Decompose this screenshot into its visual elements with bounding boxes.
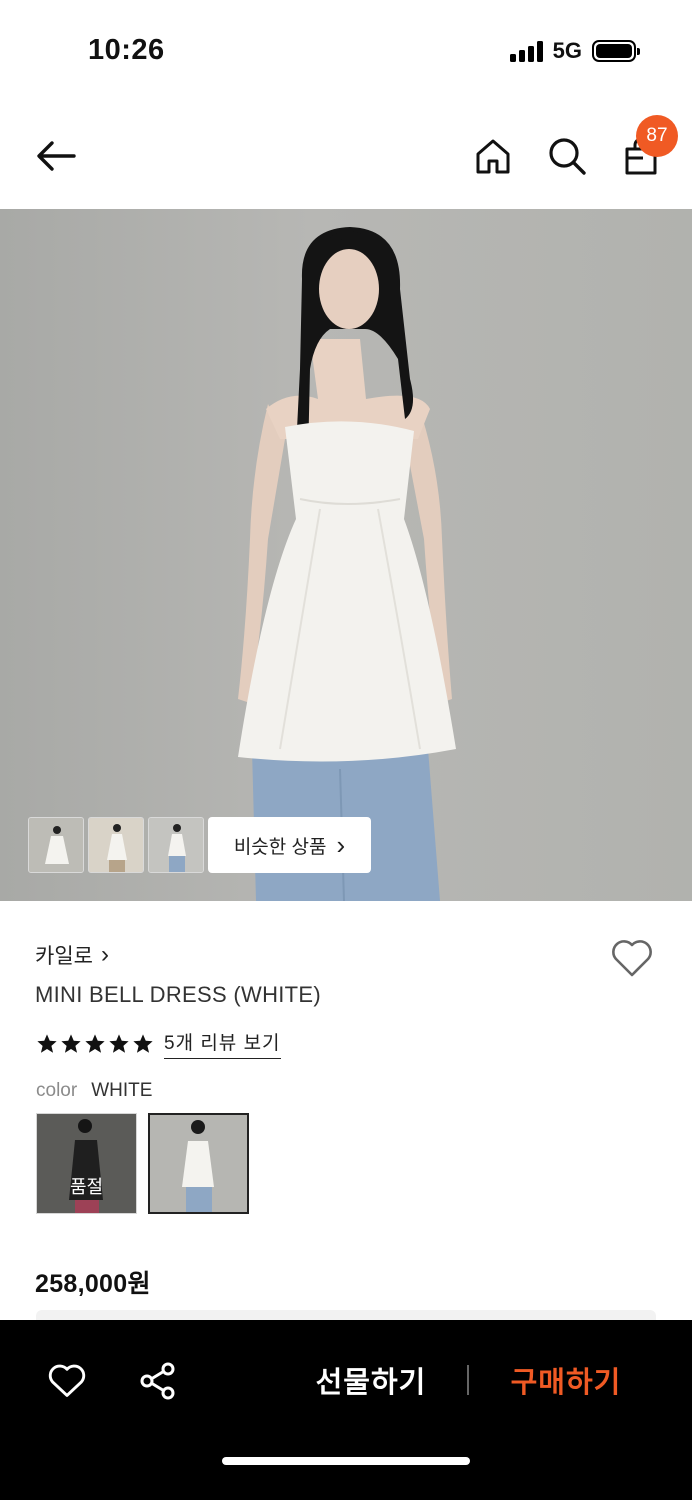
search-button[interactable] xyxy=(545,134,589,178)
star-rating xyxy=(36,1033,154,1055)
gift-button[interactable]: 선물하기 xyxy=(300,1350,442,1410)
brand-link[interactable]: 카일로 › xyxy=(35,940,109,970)
bottom-wishlist-button[interactable] xyxy=(44,1358,90,1404)
star-icon xyxy=(61,1033,81,1053)
thumbnail-image xyxy=(149,818,203,872)
color-option-white[interactable] xyxy=(148,1113,249,1214)
star-icon xyxy=(133,1033,153,1053)
status-bar: 10:26 5G xyxy=(0,0,692,100)
buy-button[interactable]: 구매하기 xyxy=(494,1350,638,1410)
color-label: color xyxy=(36,1080,78,1101)
color-row: color WHITE xyxy=(36,1080,152,1102)
product-name: MINI BELL DRESS (WHITE) xyxy=(35,982,322,1007)
bottom-action-bar: 선물하기 구매하기 xyxy=(0,1320,692,1500)
model-photo xyxy=(238,227,456,901)
review-link[interactable]: 5개 리뷰 보기 xyxy=(164,1028,281,1059)
product-image[interactable] xyxy=(0,209,692,901)
option-image xyxy=(37,1114,136,1213)
gallery-thumbnail[interactable] xyxy=(88,817,144,873)
chevron-right-icon: › xyxy=(100,941,109,968)
gallery-thumbnail[interactable] xyxy=(28,817,84,873)
chevron-right-icon: › xyxy=(336,830,346,860)
arrow-left-icon xyxy=(37,141,76,171)
price: 258,000원 xyxy=(35,1270,151,1298)
top-nav xyxy=(0,110,692,206)
share-button[interactable] xyxy=(135,1358,181,1404)
brand-name: 카일로 xyxy=(35,945,93,968)
battery-icon xyxy=(592,40,640,62)
thumbnail-image xyxy=(89,818,143,872)
star-icon xyxy=(109,1033,129,1053)
status-time: 10:26 xyxy=(88,34,165,66)
similar-products-button[interactable]: 비슷한 상품 › xyxy=(208,817,371,873)
color-option-black[interactable]: 품절 xyxy=(36,1113,137,1214)
gallery-thumbnail[interactable] xyxy=(148,817,204,873)
home-icon xyxy=(476,139,510,174)
heart-icon xyxy=(48,1364,86,1397)
star-icon xyxy=(85,1033,105,1053)
heart-icon xyxy=(612,940,652,977)
search-icon xyxy=(549,138,586,175)
thumbnail-image xyxy=(29,818,83,872)
option-image xyxy=(150,1115,247,1212)
wishlist-button[interactable] xyxy=(608,934,656,982)
similar-products-label: 비슷한 상품 xyxy=(233,836,327,858)
rating: 5개 리뷰 보기 xyxy=(36,1028,281,1059)
network-label: 5G xyxy=(552,38,582,63)
color-value: WHITE xyxy=(91,1080,153,1101)
cart-count-badge: 87 xyxy=(636,115,678,157)
divider xyxy=(467,1365,469,1395)
signal-icon xyxy=(509,40,543,62)
soldout-label: 품절 xyxy=(69,1177,104,1197)
share-icon xyxy=(140,1362,175,1400)
home-indicator xyxy=(222,1457,470,1465)
home-button[interactable] xyxy=(471,134,515,178)
back-button[interactable] xyxy=(34,134,78,178)
star-icon xyxy=(37,1033,57,1053)
status-indicators: 5G xyxy=(509,38,640,64)
